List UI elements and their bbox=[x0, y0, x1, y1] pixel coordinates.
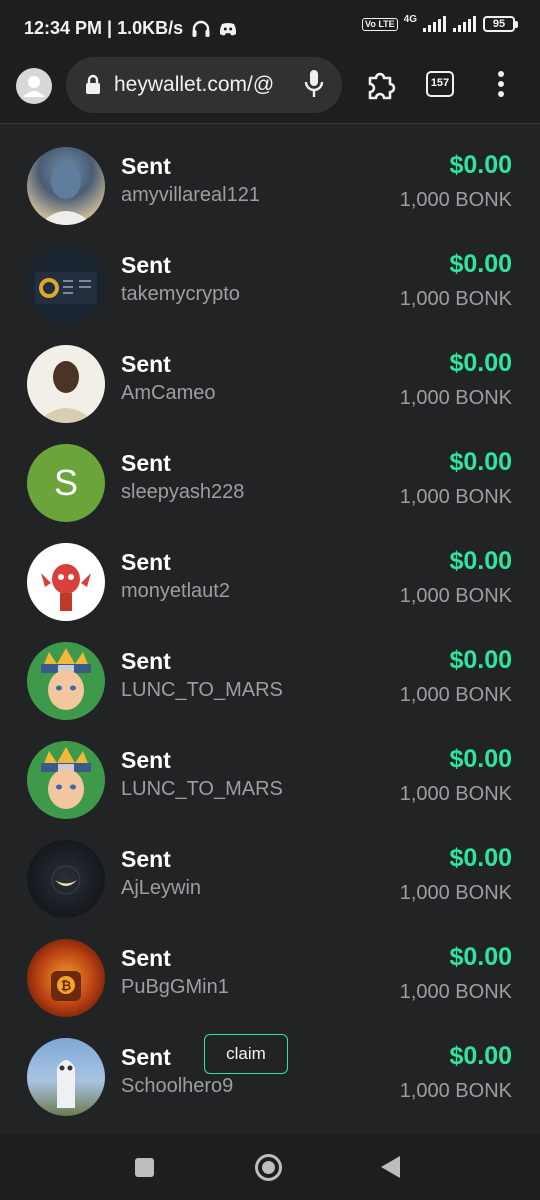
recipient-username[interactable]: AjLeywin bbox=[121, 877, 201, 900]
recipient-username[interactable]: sleepyash228 bbox=[121, 481, 244, 504]
recipient-username[interactable]: LUNC_TO_MARS bbox=[121, 778, 283, 801]
browser-toolbar: heywallet.com/@ 157 bbox=[0, 57, 540, 124]
claim-button[interactable]: claim bbox=[204, 1034, 288, 1074]
battery-icon: 95 bbox=[483, 16, 518, 32]
transaction-amount: $0.00 bbox=[449, 151, 512, 179]
recipient-username[interactable]: monyetlaut2 bbox=[121, 580, 230, 603]
tab-switcher-button[interactable]: 157 bbox=[426, 71, 454, 97]
profile-avatar-button[interactable] bbox=[16, 68, 52, 104]
volte-badge: Vo LTE bbox=[361, 17, 398, 31]
token-amount: 1,000 BONK bbox=[399, 387, 512, 409]
home-button[interactable] bbox=[255, 1154, 282, 1181]
status-bar: 12:34 PM | 1.0KB/s Vo LTE 4G 95 bbox=[0, 0, 540, 60]
transaction-row[interactable]: Sent AmCameo $0.00 1,000 BONK bbox=[0, 323, 540, 423]
recent-apps-button[interactable] bbox=[135, 1158, 154, 1177]
avatar-letter: S bbox=[27, 444, 105, 522]
discord-icon bbox=[220, 22, 237, 35]
avatar bbox=[27, 840, 105, 918]
avatar bbox=[27, 543, 105, 621]
headphones-icon bbox=[192, 20, 210, 37]
recipient-username[interactable]: takemycrypto bbox=[121, 283, 240, 306]
back-button[interactable] bbox=[381, 1156, 400, 1178]
avatar bbox=[27, 642, 105, 720]
transaction-status: Sent bbox=[121, 549, 171, 575]
transaction-amount: $0.00 bbox=[449, 448, 512, 476]
transaction-row[interactable]: Sent monyetlaut2 $0.00 1,000 BONK bbox=[0, 521, 540, 621]
person-icon bbox=[23, 76, 45, 97]
token-amount: 1,000 BONK bbox=[399, 288, 512, 310]
transaction-amount: $0.00 bbox=[449, 943, 512, 971]
transaction-row[interactable]: Sent amyvillareal121 $0.00 1,000 BONK bbox=[0, 125, 540, 225]
transaction-status: Sent bbox=[121, 846, 171, 872]
avatar bbox=[27, 741, 105, 819]
transaction-amount: $0.00 bbox=[449, 1042, 512, 1070]
recipient-username[interactable]: amyvillareal121 bbox=[121, 184, 260, 207]
token-amount: 1,000 BONK bbox=[399, 981, 512, 1003]
recipient-username[interactable]: AmCameo bbox=[121, 382, 215, 405]
transaction-amount: $0.00 bbox=[449, 844, 512, 872]
svg-text:₿: ₿ bbox=[61, 978, 72, 993]
transaction-status: Sent bbox=[121, 1044, 171, 1070]
signal-icon bbox=[423, 16, 446, 32]
token-amount: 1,000 BONK bbox=[399, 1080, 512, 1102]
avatar bbox=[27, 345, 105, 423]
transaction-status: Sent bbox=[121, 351, 171, 377]
transaction-status: Sent bbox=[121, 252, 171, 278]
status-right: Vo LTE 4G 95 bbox=[361, 13, 518, 32]
recipient-username[interactable]: Schoolhero9 bbox=[121, 1075, 233, 1098]
transaction-status: Sent bbox=[121, 945, 171, 971]
more-options-icon[interactable] bbox=[497, 69, 505, 99]
transaction-amount: $0.00 bbox=[449, 349, 512, 377]
transaction-status: Sent bbox=[121, 450, 171, 476]
avatar: ₿ bbox=[27, 939, 105, 1017]
transaction-row[interactable]: Sent AjLeywin $0.00 1,000 BONK bbox=[0, 818, 540, 918]
battery-level: 95 bbox=[483, 16, 515, 32]
token-amount: 1,000 BONK bbox=[399, 189, 512, 211]
transaction-row[interactable]: S Sent sleepyash228 $0.00 1,000 BONK bbox=[0, 422, 540, 522]
transaction-amount: $0.00 bbox=[449, 646, 512, 674]
token-amount: 1,000 BONK bbox=[399, 783, 512, 805]
token-amount: 1,000 BONK bbox=[399, 684, 512, 706]
transaction-row[interactable]: ₿ Sent PuBgGMin1 $0.00 1,000 BONK bbox=[0, 917, 540, 1017]
transaction-list: Sent amyvillareal121 $0.00 1,000 BONK Se… bbox=[0, 125, 540, 1116]
recipient-username[interactable]: LUNC_TO_MARS bbox=[121, 679, 283, 702]
transaction-amount: $0.00 bbox=[449, 547, 512, 575]
network-type: 4G bbox=[403, 13, 417, 25]
token-amount: 1,000 BONK bbox=[399, 486, 512, 508]
avatar-initial: S bbox=[53, 462, 78, 503]
transaction-status: Sent bbox=[121, 153, 171, 179]
recipient-username[interactable]: PuBgGMin1 bbox=[121, 976, 229, 999]
status-time-speed: 12:34 PM | 1.0KB/s bbox=[24, 18, 184, 38]
lock-icon[interactable] bbox=[86, 74, 100, 94]
address-bar[interactable]: heywallet.com/@ bbox=[66, 57, 342, 113]
transaction-status: Sent bbox=[121, 747, 171, 773]
token-amount: 1,000 BONK bbox=[399, 585, 512, 607]
signal-icon-2 bbox=[453, 16, 476, 32]
avatar bbox=[27, 147, 105, 225]
transaction-row[interactable]: Sent LUNC_TO_MARS $0.00 1,000 BONK bbox=[0, 620, 540, 720]
avatar bbox=[27, 1038, 105, 1116]
transaction-row[interactable]: Sent takemycrypto $0.00 1,000 BONK bbox=[0, 224, 540, 324]
avatar bbox=[27, 246, 105, 324]
microphone-icon[interactable] bbox=[304, 69, 324, 99]
url-text[interactable]: heywallet.com/@ bbox=[114, 73, 292, 97]
token-amount: 1,000 BONK bbox=[399, 882, 512, 904]
transaction-row[interactable]: Sent LUNC_TO_MARS $0.00 1,000 BONK bbox=[0, 719, 540, 819]
extensions-puzzle-icon[interactable] bbox=[364, 68, 398, 102]
transaction-amount: $0.00 bbox=[449, 745, 512, 773]
transaction-row[interactable]: Sent claim Schoolhero9 $0.00 1,000 BONK bbox=[0, 1016, 540, 1116]
transaction-amount: $0.00 bbox=[449, 250, 512, 278]
system-navigation-bar bbox=[0, 1134, 540, 1200]
transaction-status: Sent bbox=[121, 648, 171, 674]
status-left: 12:34 PM | 1.0KB/s bbox=[24, 18, 237, 39]
